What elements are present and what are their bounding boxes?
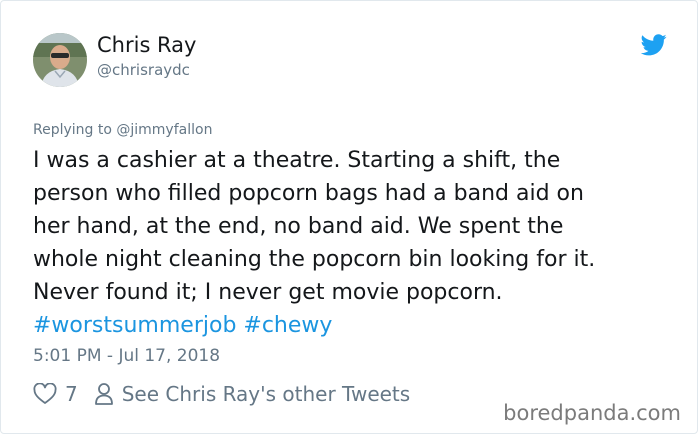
heart-icon[interactable]	[33, 383, 57, 405]
tweet-line: person who filled popcorn bags had a ban…	[33, 181, 584, 206]
tweet-line: Never found it; I never get movie popcor…	[33, 280, 503, 305]
person-outline-icon[interactable]	[94, 382, 114, 406]
hashtag-link[interactable]: #worstsummerjob	[33, 313, 236, 338]
tweet-text: I was a cashier at a theatre. Starting a…	[33, 144, 673, 342]
hashtag-line: #worstsummerjob #chewy	[33, 309, 673, 342]
author-name[interactable]: Chris Ray	[97, 33, 196, 57]
twitter-bird-icon[interactable]	[641, 34, 667, 56]
reply-context[interactable]: Replying to @jimmyfallon	[33, 122, 212, 138]
tweet-line: I was a cashier at a theatre. Starting a…	[33, 148, 561, 173]
author-handle[interactable]: @chrisraydc	[97, 61, 190, 79]
avatar[interactable]	[33, 33, 87, 87]
tweet-timestamp[interactable]: 5:01 PM - Jul 17, 2018	[33, 346, 220, 366]
tweet-card: Chris Ray @chrisraydc Replying to @jimmy…	[0, 0, 698, 434]
hashtag-link[interactable]: #chewy	[243, 313, 332, 338]
tweet-line: her hand, at the end, no band aid. We sp…	[33, 214, 564, 239]
tweet-line: whole night cleaning the popcorn bin loo…	[33, 247, 596, 272]
see-other-tweets-link[interactable]: See Chris Ray's other Tweets	[122, 382, 410, 406]
tweet-actions: 7 See Chris Ray's other Tweets	[33, 381, 410, 407]
person-photo-avatar-icon	[33, 33, 87, 87]
watermark: boredpanda.com	[503, 401, 681, 425]
like-count[interactable]: 7	[65, 382, 78, 406]
